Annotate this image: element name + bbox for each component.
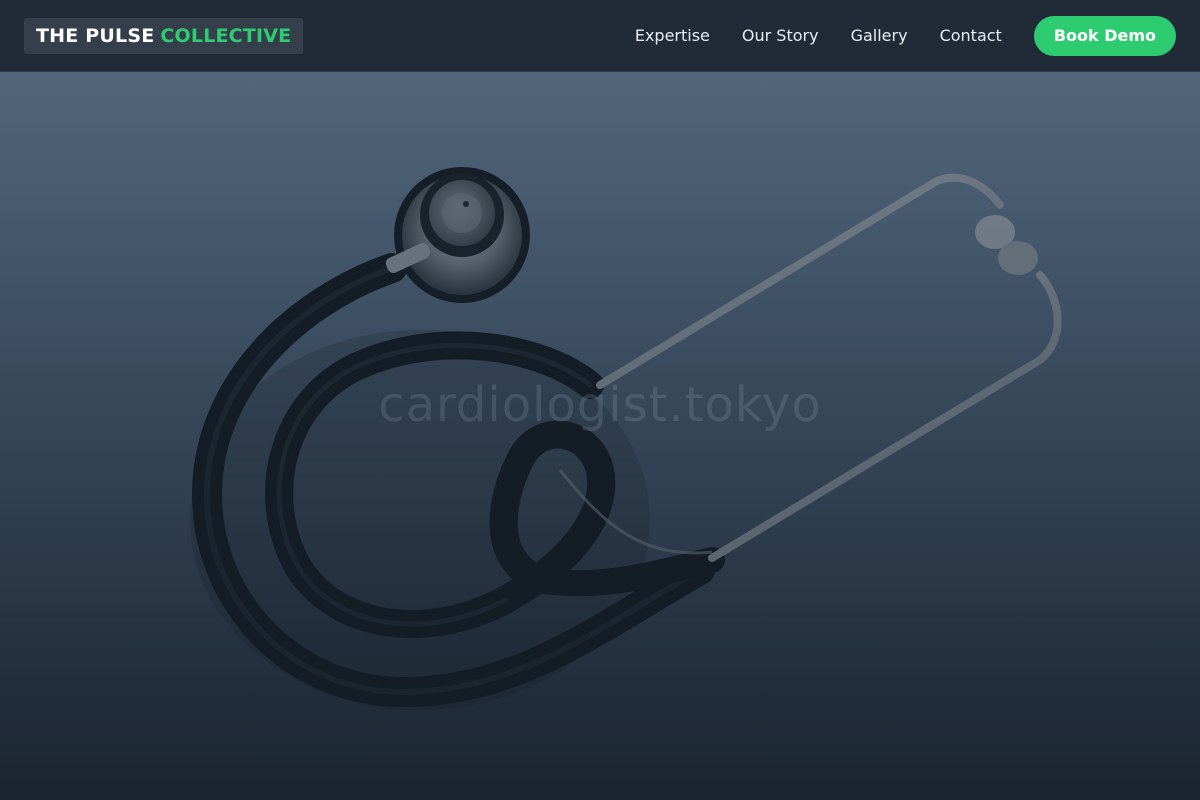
nav-link-contact[interactable]: Contact	[940, 26, 1002, 45]
site-header: THE PULSE COLLECTIVE Expertise Our Story…	[0, 0, 1200, 72]
watermark-text: cardiologist.tokyo	[378, 377, 822, 433]
hero-section: cardiologist.tokyo	[0, 72, 1200, 800]
brand-logo[interactable]: THE PULSE COLLECTIVE	[24, 17, 304, 54]
stethoscope-icon	[190, 167, 1062, 710]
nav-link-expertise[interactable]: Expertise	[635, 26, 710, 45]
nav-link-our-story[interactable]: Our Story	[742, 26, 819, 45]
main-nav: Expertise Our Story Gallery Contact Book…	[635, 15, 1176, 56]
nav-link-gallery[interactable]: Gallery	[851, 26, 908, 45]
brand-name-accent: COLLECTIVE	[160, 24, 292, 47]
book-demo-button[interactable]: Book Demo	[1033, 15, 1176, 56]
brand-name-main: THE PULSE	[36, 24, 155, 47]
